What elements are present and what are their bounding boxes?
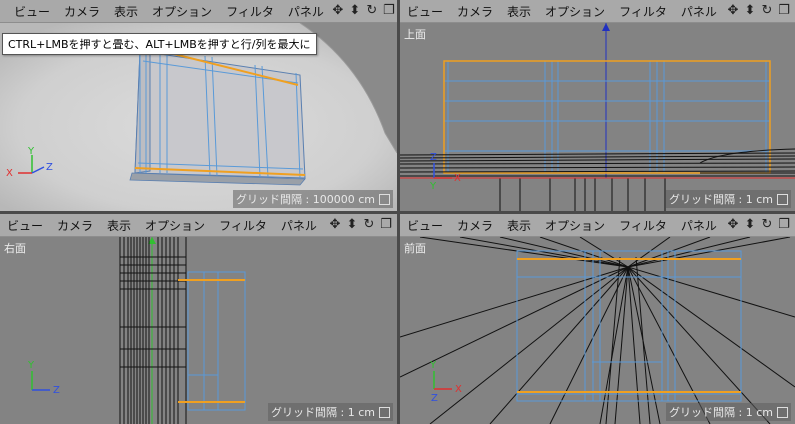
top-canvas[interactable]: Z X Y xyxy=(400,23,795,211)
viewport-layout: ビュー カメラ 表示 オプション フィルタ パネル ✥ ⬍ ↻ ❐ Y X Z … xyxy=(0,0,795,424)
move-view-icon[interactable]: ✥ xyxy=(726,4,740,18)
move-view-icon[interactable]: ✥ xyxy=(726,218,740,232)
rotate-view-icon[interactable]: ↻ xyxy=(362,218,376,232)
menu-view[interactable]: ビュー xyxy=(0,217,50,234)
tooltip: CTRL+LMBを押すと畳む、ALT+LMBを押すと行/列を最大に xyxy=(2,33,317,55)
menu-display[interactable]: 表示 xyxy=(500,217,538,234)
maximize-view-icon[interactable] xyxy=(777,193,788,205)
toggle-layout-icon[interactable]: ❐ xyxy=(777,4,791,18)
menu-view[interactable]: ビュー xyxy=(400,217,450,234)
menu-panel[interactable]: パネル xyxy=(674,3,724,20)
viewport-menubar: ビュー カメラ 表示 オプション フィルタ パネル ✥ ⬍ ↻ ❐ xyxy=(400,214,795,237)
rotate-view-icon[interactable]: ↻ xyxy=(760,218,774,232)
axis-y-label: Y xyxy=(429,181,437,192)
viewport-splitter-horizontal[interactable] xyxy=(0,211,795,214)
axis-z-label: Z xyxy=(431,393,438,404)
viewport-name: 上面 xyxy=(404,28,426,41)
front-canvas[interactable]: Y X Z xyxy=(400,237,795,424)
view-nav-controls: ✥ ⬍ ↻ ❐ xyxy=(726,218,795,232)
menu-panel[interactable]: パネル xyxy=(674,217,724,234)
menu-options[interactable]: オプション xyxy=(538,3,612,20)
axis-x-label: X xyxy=(455,384,462,395)
view-nav-controls: ✥ ⬍ ↻ ❐ xyxy=(331,4,397,18)
axis-y-label: Y xyxy=(429,360,437,371)
maximize-view-icon[interactable] xyxy=(379,406,390,418)
grid-spacing-text: グリッド間隔 : 1 cm xyxy=(669,193,773,206)
menu-camera[interactable]: カメラ xyxy=(50,217,100,234)
grid-spacing-readout: グリッド間隔 : 1 cm xyxy=(666,403,791,421)
view-nav-controls: ✥ ⬍ ↻ ❐ xyxy=(328,218,397,232)
viewport-menubar: ビュー カメラ 表示 オプション フィルタ パネル ✥ ⬍ ↻ ❐ xyxy=(400,0,795,23)
menu-camera[interactable]: カメラ xyxy=(450,217,500,234)
axis-z-label: Z xyxy=(53,385,60,396)
move-view-icon[interactable]: ✥ xyxy=(328,218,342,232)
viewport-menubar: ビュー カメラ 表示 オプション フィルタ パネル ✥ ⬍ ↻ ❐ xyxy=(0,0,397,23)
menu-filter[interactable]: フィルタ xyxy=(612,217,674,234)
menu-camera[interactable]: カメラ xyxy=(450,3,500,20)
menu-view[interactable]: ビュー xyxy=(7,3,57,20)
axis-y-label: Y xyxy=(27,146,35,157)
toggle-layout-icon[interactable]: ❐ xyxy=(777,218,791,232)
top-viewport[interactable]: ビュー カメラ 表示 オプション フィルタ パネル ✥ ⬍ ↻ ❐ 上面 Z X… xyxy=(400,0,795,211)
zoom-view-icon[interactable]: ⬍ xyxy=(348,4,362,18)
axis-z-label: Z xyxy=(46,162,53,173)
menu-display[interactable]: 表示 xyxy=(500,3,538,20)
menu-panel[interactable]: パネル xyxy=(274,217,324,234)
viewport-name: 前面 xyxy=(404,242,426,255)
right-canvas[interactable]: Y Z xyxy=(0,237,397,424)
menu-options[interactable]: オプション xyxy=(538,217,612,234)
grid-spacing-readout: グリッド間隔 : 100000 cm xyxy=(233,190,393,208)
menu-filter[interactable]: フィルタ xyxy=(219,3,281,20)
menu-filter[interactable]: フィルタ xyxy=(212,217,274,234)
right-viewport[interactable]: ビュー カメラ 表示 オプション フィルタ パネル ✥ ⬍ ↻ ❐ 右面 Y Z… xyxy=(0,214,397,424)
toggle-layout-icon[interactable]: ❐ xyxy=(379,218,393,232)
menu-filter[interactable]: フィルタ xyxy=(612,3,674,20)
front-viewport[interactable]: ビュー カメラ 表示 オプション フィルタ パネル ✥ ⬍ ↻ ❐ 前面 Y X… xyxy=(400,214,795,424)
axis-x-label: X xyxy=(6,168,13,179)
zoom-view-icon[interactable]: ⬍ xyxy=(743,4,757,18)
menu-options[interactable]: オプション xyxy=(138,217,212,234)
grid-spacing-text: グリッド間隔 : 1 cm xyxy=(271,406,375,419)
maximize-view-icon[interactable] xyxy=(379,193,390,205)
viewport-menubar: ビュー カメラ 表示 オプション フィルタ パネル ✥ ⬍ ↻ ❐ xyxy=(0,214,397,237)
menu-display[interactable]: 表示 xyxy=(107,3,145,20)
axis-y-label: Y xyxy=(27,360,35,371)
viewport-name: 右面 xyxy=(4,242,26,255)
menu-view[interactable]: ビュー xyxy=(400,3,450,20)
rotate-view-icon[interactable]: ↻ xyxy=(365,4,379,18)
axis-x-label: X xyxy=(454,173,461,184)
perspective-viewport[interactable]: ビュー カメラ 表示 オプション フィルタ パネル ✥ ⬍ ↻ ❐ Y X Z … xyxy=(0,0,397,211)
view-nav-controls: ✥ ⬍ ↻ ❐ xyxy=(726,4,795,18)
zoom-view-icon[interactable]: ⬍ xyxy=(743,218,757,232)
axis-z-label: Z xyxy=(430,152,437,163)
menu-display[interactable]: 表示 xyxy=(100,217,138,234)
toggle-layout-icon[interactable]: ❐ xyxy=(382,4,396,18)
menu-camera[interactable]: カメラ xyxy=(57,3,107,20)
rotate-view-icon[interactable]: ↻ xyxy=(760,4,774,18)
grid-spacing-text: グリッド間隔 : 1 cm xyxy=(669,406,773,419)
grid-spacing-text: グリッド間隔 : 100000 cm xyxy=(236,193,375,206)
zoom-view-icon[interactable]: ⬍ xyxy=(345,218,359,232)
move-view-icon[interactable]: ✥ xyxy=(331,4,345,18)
menu-options[interactable]: オプション xyxy=(145,3,219,20)
maximize-view-icon[interactable] xyxy=(777,406,788,418)
menu-panel[interactable]: パネル xyxy=(281,3,331,20)
grid-spacing-readout: グリッド間隔 : 1 cm xyxy=(666,190,791,208)
grid-spacing-readout: グリッド間隔 : 1 cm xyxy=(268,403,393,421)
